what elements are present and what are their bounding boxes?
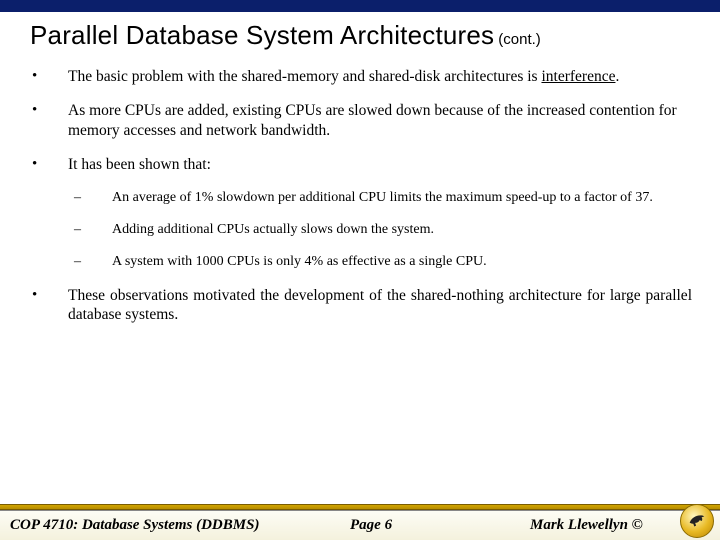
top-navy-band	[0, 0, 720, 12]
bullet-1-pre: The basic problem with the shared-memory…	[68, 68, 541, 85]
bullet-1-underlined: interference	[541, 68, 615, 85]
footer-wrap: COP 4710: Database Systems (DDBMS) Page …	[0, 504, 720, 540]
bullet-1: The basic problem with the shared-memory…	[28, 67, 692, 86]
pegasus-icon	[680, 504, 714, 538]
bullet-4: These observations motivated the develop…	[28, 286, 692, 325]
sub-bullet-1-text: An average of 1% slowdown per additional…	[112, 190, 653, 205]
slide-title: Parallel Database System Architectures	[30, 20, 494, 50]
bullet-3: It has been shown that: An average of 1%…	[28, 155, 692, 271]
title-area: Parallel Database System Architectures (…	[0, 12, 720, 57]
sub-bullet-3: A system with 1000 CPUs is only 4% as ef…	[68, 253, 692, 271]
sub-bullet-list: An average of 1% slowdown per additional…	[68, 189, 692, 272]
slide-title-cont: (cont.)	[498, 31, 541, 48]
content-area: The basic problem with the shared-memory…	[0, 57, 720, 325]
ucf-logo	[680, 504, 714, 538]
footer-page: Page 6	[350, 517, 392, 534]
sub-bullet-1: An average of 1% slowdown per additional…	[68, 189, 692, 207]
footer-author: Mark Llewellyn ©	[530, 517, 643, 534]
bullet-1-post: .	[615, 68, 619, 85]
bullet-4-text: These observations motivated the develop…	[68, 287, 692, 323]
bullet-2: As more CPUs are added, existing CPUs ar…	[28, 101, 692, 140]
sub-bullet-2-text: Adding additional CPUs actually slows do…	[112, 222, 434, 237]
sub-bullet-3-text: A system with 1000 CPUs is only 4% as ef…	[112, 254, 487, 269]
footer-course: COP 4710: Database Systems (DDBMS)	[10, 517, 259, 534]
footer-bar: COP 4710: Database Systems (DDBMS) Page …	[0, 510, 720, 540]
bullet-2-text: As more CPUs are added, existing CPUs ar…	[68, 102, 677, 138]
sub-bullet-2: Adding additional CPUs actually slows do…	[68, 221, 692, 239]
bullet-3-text: It has been shown that:	[68, 156, 211, 173]
main-bullet-list: The basic problem with the shared-memory…	[28, 67, 692, 325]
